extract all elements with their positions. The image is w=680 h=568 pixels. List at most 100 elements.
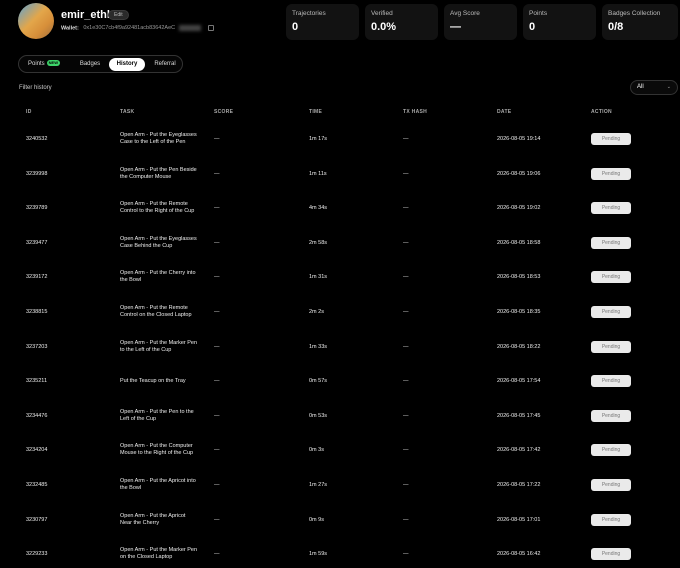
row-time: 1m 27s (309, 482, 328, 488)
column-header-score: SCORE (214, 109, 234, 115)
row-date: 2026-08-05 17:22 (497, 482, 541, 488)
row-time: 2m 2s (309, 309, 324, 315)
stat-badges-collection: Badges Collection 0/8 (602, 4, 678, 40)
row-date: 2026-08-05 19:02 (497, 205, 541, 211)
row-tx-hash: — (403, 551, 409, 557)
row-tx-hash: — (403, 136, 409, 142)
pending-button[interactable]: Pending (591, 168, 631, 180)
tab-bar: Points NEW Badges History Referral (18, 55, 183, 73)
row-time: 2m 58s (309, 240, 328, 246)
stat-label: Verified (371, 10, 393, 17)
row-task: Open Arm - Put the Marker Pen to the Lef… (120, 340, 198, 353)
row-task: Put the Teacup on the Tray (120, 378, 186, 384)
stat-points: Points 0 (523, 4, 596, 40)
pending-button[interactable]: Pending (591, 375, 631, 387)
row-score: — (214, 447, 220, 453)
pending-button[interactable]: Pending (591, 306, 631, 318)
edit-profile-button[interactable]: Edit (108, 10, 129, 20)
column-header-time: TIME (309, 109, 323, 115)
row-id: 3234476 (26, 413, 48, 419)
row-id: 3239998 (26, 171, 48, 177)
row-task: Open Arm - Put the Apricot Near the Cher… (120, 513, 186, 526)
stat-value: — (450, 21, 461, 33)
pending-button[interactable]: Pending (591, 548, 631, 560)
stat-label: Trajectories (292, 10, 326, 17)
tab-badges[interactable]: Badges (70, 58, 110, 71)
row-tx-hash: — (403, 447, 409, 453)
row-id: 3237203 (26, 344, 48, 350)
row-score: — (214, 378, 220, 384)
row-id: 3234204 (26, 447, 48, 453)
row-task: Open Arm - Put the Eyeglasses Case to th… (120, 132, 197, 145)
stat-label: Points (529, 10, 548, 17)
row-task: Open Arm - Put the Cherry into the Bowl (120, 270, 196, 283)
row-date: 2026-08-05 17:01 (497, 517, 541, 523)
row-task: Open Arm - Put the Eyeglasses Case Behin… (120, 236, 197, 249)
chevron-down-icon: ⌄ (666, 84, 671, 90)
row-id: 3238815 (26, 309, 48, 315)
pending-button[interactable]: Pending (591, 237, 631, 249)
stat-value: 0/8 (608, 21, 624, 33)
row-tx-hash: — (403, 171, 409, 177)
pending-button[interactable]: Pending (591, 133, 631, 145)
wallet-redaction (178, 25, 201, 31)
row-tx-hash: — (403, 344, 409, 350)
row-task: Open Arm - Put the Computer Mouse to the… (120, 443, 194, 456)
row-time: 1m 59s (309, 551, 328, 557)
pending-button[interactable]: Pending (591, 271, 631, 283)
pending-button[interactable]: Pending (591, 514, 631, 526)
row-score: — (214, 274, 220, 280)
stat-trajectories: Trajectories 0 (286, 4, 359, 40)
table-header: ID TASK SCORE TIME TX HASH DATE ACTION (0, 109, 680, 117)
pending-button[interactable]: Pending (591, 410, 631, 422)
tab-history[interactable]: History (109, 58, 145, 71)
row-tx-hash: — (403, 240, 409, 246)
row-id: 3230797 (26, 517, 48, 523)
row-score: — (214, 309, 220, 315)
filter-history-label: Filter history (19, 85, 52, 91)
stat-value: 0 (292, 21, 299, 33)
row-task: Open Arm - Put the Marker Pen on the Clo… (120, 547, 198, 560)
column-header-tx-hash: TX HASH (403, 109, 428, 115)
row-tx-hash: — (403, 482, 409, 488)
row-id: 3239789 (26, 205, 48, 211)
row-time: 0m 57s (309, 378, 328, 384)
column-header-date: DATE (497, 109, 512, 115)
row-tx-hash: — (403, 378, 409, 384)
stat-verified: Verified 0.0% (365, 4, 438, 40)
filter-select-value: All (637, 84, 644, 90)
copy-icon[interactable] (208, 25, 215, 31)
row-time: 1m 33s (309, 344, 328, 350)
profile-header: emir_ethh Edit Wallet: 0x1e30C7cb4f9a924… (0, 0, 680, 48)
row-date: 2026-08-05 18:53 (497, 274, 541, 280)
row-date: 2026-08-05 18:35 (497, 309, 541, 315)
avatar[interactable] (18, 3, 54, 39)
row-task: Open Arm - Put the Pen Beside the Comput… (120, 167, 197, 180)
row-id: 3232485 (26, 482, 48, 488)
row-tx-hash: — (403, 274, 409, 280)
row-tx-hash: — (403, 309, 409, 315)
tab-points[interactable]: Points NEW (24, 58, 64, 71)
row-task: Open Arm - Put the Remote Control on the… (120, 305, 192, 318)
row-time: 0m 9s (309, 517, 324, 523)
pending-button[interactable]: Pending (591, 479, 631, 491)
row-date: 2026-08-05 18:58 (497, 240, 541, 246)
wallet-label: Wallet: (61, 25, 79, 32)
row-score: — (214, 413, 220, 419)
row-date: 2026-08-05 18:22 (497, 344, 541, 350)
stat-label: Badges Collection (608, 10, 661, 17)
row-score: — (214, 205, 220, 211)
filter-select[interactable]: All ⌄ (630, 80, 678, 95)
wallet-address: 0x1e30C7cb4f9a92481acb83642AeC (83, 25, 176, 32)
row-task: Open Arm - Put the Pen to the Left of th… (120, 409, 194, 422)
row-task: Open Arm - Put the Apricot into the Bowl (120, 478, 196, 491)
pending-button[interactable]: Pending (591, 444, 631, 456)
row-id: 3235211 (26, 378, 48, 384)
stat-avg-score: Avg Score — (444, 4, 517, 40)
column-header-action: ACTION (591, 109, 612, 115)
pending-button[interactable]: Pending (591, 202, 631, 214)
tab-referral[interactable]: Referral (146, 58, 184, 71)
column-header-task: TASK (120, 109, 135, 115)
row-date: 2026-08-05 17:45 (497, 413, 541, 419)
pending-button[interactable]: Pending (591, 341, 631, 353)
